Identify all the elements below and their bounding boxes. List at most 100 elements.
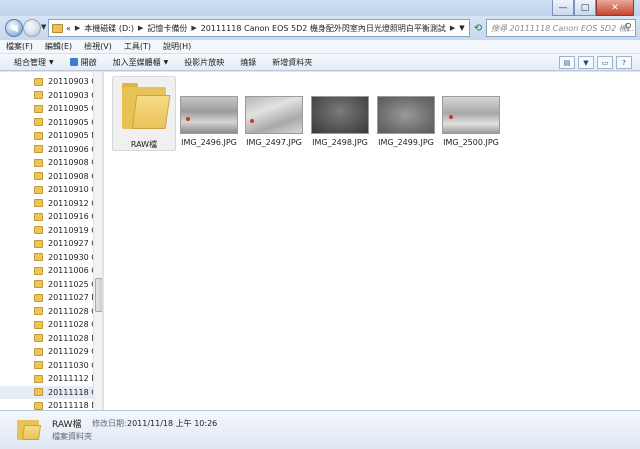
image-thumbnail bbox=[180, 96, 238, 134]
tree-item[interactable]: 20111006 Ga bbox=[0, 264, 93, 277]
menu-view[interactable]: 檢視(V) bbox=[84, 41, 112, 52]
burn-button[interactable]: 燒錄 bbox=[240, 57, 256, 68]
help-icon: ? bbox=[622, 58, 626, 67]
folder-item-raw[interactable]: RAW檔 bbox=[112, 76, 176, 151]
slideshow-button[interactable]: 投影片放映 bbox=[184, 57, 224, 68]
tree-item[interactable]: 20111028 Ni bbox=[0, 332, 93, 345]
change-view-button[interactable]: ▤ bbox=[559, 56, 575, 69]
tree-item[interactable]: 20110930 Ga bbox=[0, 251, 93, 264]
breadcrumb-current[interactable]: 20111118 Canon EOS 5D2 機身配外閃室內日光燈照明白平衡測試 bbox=[201, 23, 446, 34]
tree-item[interactable]: 20110908 Ca bbox=[0, 170, 93, 183]
modified-date-value: 2011/11/18 上午 10:26 bbox=[127, 419, 218, 428]
tree-scrollbar[interactable] bbox=[93, 72, 102, 410]
add-to-library-label: 加入至媒體櫃 bbox=[112, 57, 161, 67]
address-bar[interactable]: « ▶ 本機磁碟 (D:) ▶ 記憶卡備份 ▶ 20111118 Canon E… bbox=[48, 19, 470, 37]
maximize-button[interactable]: □ bbox=[574, 0, 596, 16]
chevron-right-icon[interactable]: ▶ bbox=[450, 24, 455, 32]
tree-item[interactable]: 20110905 Ca bbox=[0, 102, 93, 115]
tree-item[interactable]: 20111025 Ca bbox=[0, 278, 93, 291]
tree-item[interactable]: 20111030 Ca bbox=[0, 359, 93, 372]
tree-item-label: 20111118 Ni bbox=[48, 401, 93, 410]
tree-item-label: 20110919 Ca bbox=[48, 225, 93, 235]
add-to-library-button[interactable]: 加入至媒體櫃 ▼ bbox=[113, 57, 169, 68]
breadcrumb-backup[interactable]: 記憶卡備份 bbox=[147, 23, 187, 34]
view-options-dropdown[interactable]: ▼ bbox=[578, 56, 594, 69]
view-icon: ▤ bbox=[563, 58, 571, 67]
address-root-chevron[interactable]: « bbox=[66, 24, 71, 33]
folder-icon bbox=[34, 320, 43, 329]
back-button[interactable]: ◀ bbox=[5, 19, 23, 37]
tree-item[interactable]: 20111028 Ca bbox=[0, 305, 93, 318]
arrow-left-icon: ◀ bbox=[10, 22, 18, 34]
tree-scrollbar-thumb[interactable] bbox=[95, 278, 102, 312]
tree-item[interactable]: 20111118 Ca bbox=[0, 385, 93, 399]
search-input[interactable]: 搜尋 20111118 Canon EOS 5D2 機... ⚲ bbox=[486, 19, 636, 37]
preview-pane-icon: ▭ bbox=[601, 58, 609, 67]
forward-button[interactable]: ▶ bbox=[23, 19, 41, 37]
menu-bar: 檔案(F) 編輯(E) 檢視(V) 工具(T) 說明(H) bbox=[0, 40, 640, 54]
tree-item[interactable]: 20110916 Ca bbox=[0, 210, 93, 223]
tree-item[interactable]: 20110912 Ca bbox=[0, 197, 93, 210]
folder-icon bbox=[34, 293, 43, 302]
breadcrumb-drive[interactable]: 本機磁碟 (D:) bbox=[84, 23, 134, 34]
menu-file[interactable]: 檔案(F) bbox=[6, 41, 33, 52]
tree-item-label: 20110905 Ca bbox=[48, 117, 93, 127]
folder-icon bbox=[34, 307, 43, 315]
recent-pages-dropdown[interactable]: ▼ bbox=[41, 23, 46, 31]
tree-item[interactable]: 20111118 Ni bbox=[0, 399, 93, 410]
refresh-icon: ⟲ bbox=[473, 22, 483, 34]
tree-item-label: 20111029 Ca bbox=[48, 347, 93, 356]
tree-item-label: 20110905 Ni bbox=[48, 131, 93, 140]
folder-icon bbox=[34, 226, 43, 234]
tree-item[interactable]: 20110910 Ca bbox=[0, 183, 93, 196]
window-controls: — □ ✕ bbox=[552, 0, 634, 16]
tree-item[interactable]: 20110906 Ca bbox=[0, 143, 93, 156]
tree-item[interactable]: 20110908 Ca bbox=[0, 156, 93, 169]
tree-item[interactable]: 20111029 Ca bbox=[0, 345, 93, 358]
tree-item[interactable]: 20110905 Ni bbox=[0, 129, 93, 142]
selected-item-type: 檔案資料夾 bbox=[52, 432, 92, 441]
image-thumbnail bbox=[311, 96, 369, 134]
folder-icon bbox=[34, 253, 43, 261]
chevron-down-icon: ▼ bbox=[583, 58, 589, 67]
folder-icon bbox=[34, 158, 43, 167]
tree-item-label: 20111028 Ca bbox=[48, 320, 93, 329]
tree-item-label: 20110903 Ca bbox=[48, 77, 93, 86]
refresh-button[interactable]: ⟲ bbox=[471, 19, 485, 37]
tree-item-label: 20110908 Ca bbox=[48, 158, 93, 167]
burn-label: 燒錄 bbox=[240, 57, 257, 67]
search-icon[interactable]: ⚲ bbox=[625, 22, 632, 33]
address-history-dropdown[interactable]: ▼ bbox=[456, 19, 468, 37]
help-button[interactable]: ? bbox=[616, 56, 632, 69]
organize-button[interactable]: 組合管理 ▼ bbox=[14, 57, 54, 68]
tree-item[interactable]: 20111112 Ni bbox=[0, 372, 93, 385]
tree-item[interactable]: 20110927 Ca bbox=[0, 237, 93, 250]
folder-icon bbox=[34, 347, 43, 356]
command-toolbar: 組合管理 ▼ 開啟 加入至媒體櫃 ▼ 投影片放映 燒錄 新增資料夾 ▤ ▼ ▭ … bbox=[0, 54, 640, 71]
tree-item[interactable]: 20110919 Ca bbox=[0, 224, 93, 237]
menu-help[interactable]: 說明(H) bbox=[163, 41, 191, 52]
menu-tools[interactable]: 工具(T) bbox=[124, 41, 151, 52]
modified-date-label: 修改日期: bbox=[92, 419, 127, 428]
close-button[interactable]: ✕ bbox=[596, 0, 634, 16]
tree-item[interactable]: 20110903 Ca bbox=[0, 89, 93, 102]
file-name: IMG_2500.JPG bbox=[443, 138, 499, 147]
tree-item[interactable]: 20111028 Ca bbox=[0, 318, 93, 331]
preview-pane-button[interactable]: ▭ bbox=[597, 56, 613, 69]
chevron-right-icon[interactable]: ▶ bbox=[138, 24, 143, 32]
chevron-right-icon[interactable]: ▶ bbox=[191, 24, 196, 32]
tree-item[interactable]: 20110903 Ca bbox=[0, 75, 93, 88]
tree-item[interactable]: 20111027 D5 bbox=[0, 291, 93, 304]
tree-item-label: 20111028 Ca bbox=[48, 306, 93, 316]
open-button[interactable]: 開啟 bbox=[69, 57, 97, 68]
minimize-button[interactable]: — bbox=[552, 0, 574, 16]
menu-edit[interactable]: 編輯(E) bbox=[45, 41, 72, 52]
file-name: RAW檔 bbox=[130, 140, 158, 149]
file-name: IMG_2498.JPG bbox=[312, 138, 368, 147]
folder-icon bbox=[34, 131, 43, 140]
new-folder-button[interactable]: 新增資料夾 bbox=[272, 57, 312, 68]
tree-item[interactable]: 20110905 Ca bbox=[0, 116, 93, 129]
folder-icon bbox=[34, 239, 43, 248]
tree-item-label: 20110906 Ca bbox=[48, 144, 93, 154]
chevron-right-icon[interactable]: ▶ bbox=[75, 24, 80, 32]
